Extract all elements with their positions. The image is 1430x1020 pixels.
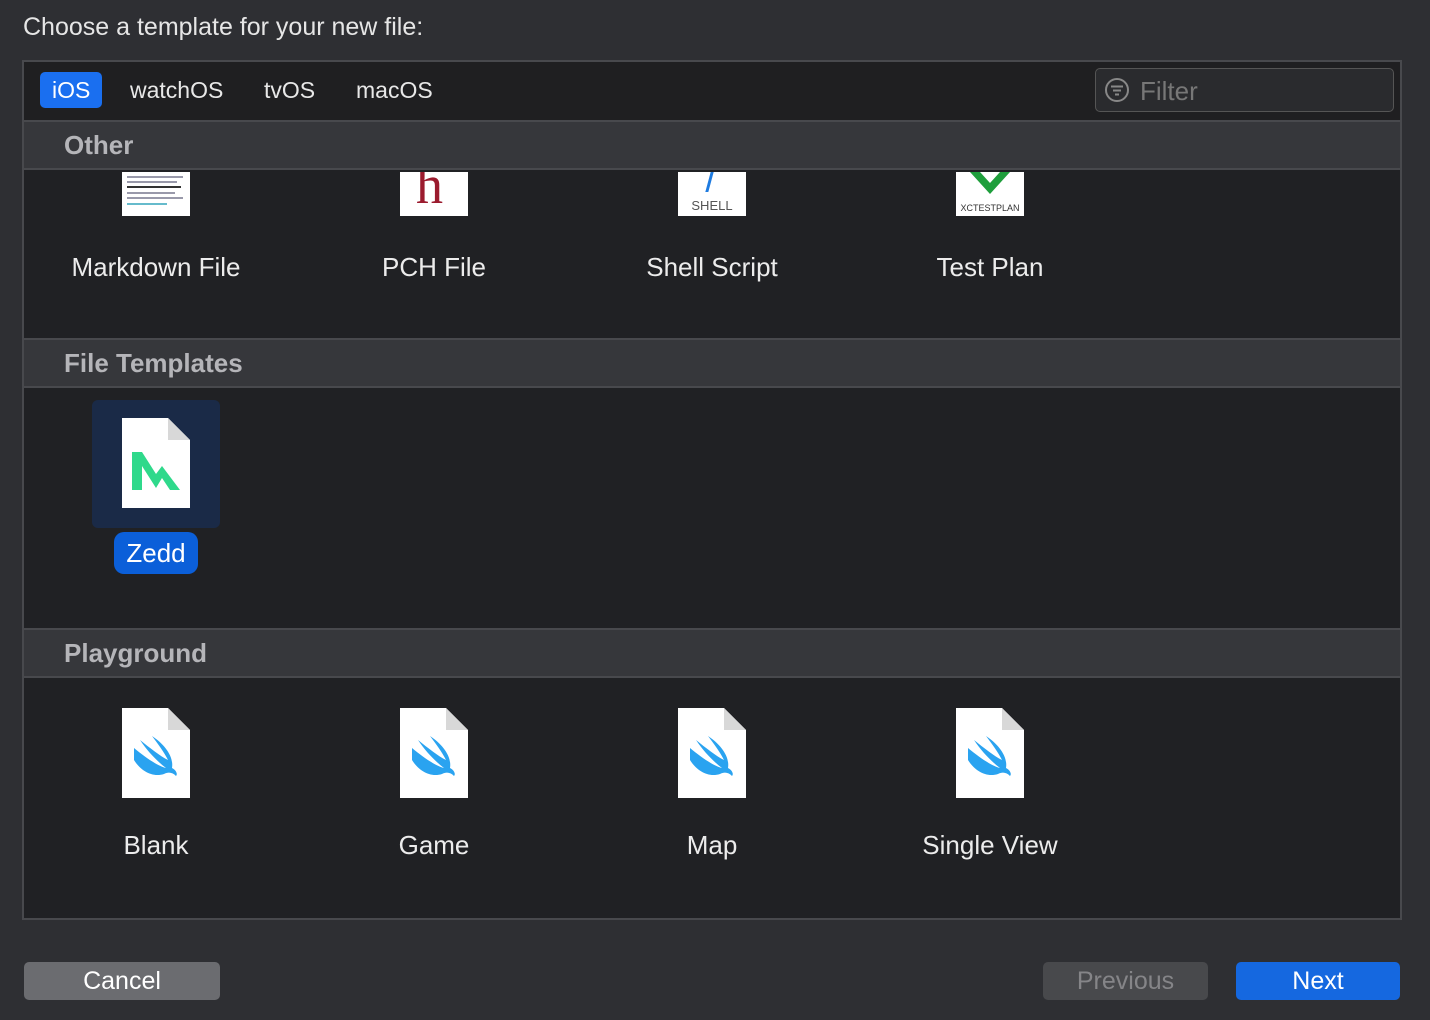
template-pch-file[interactable]: h PCH File <box>334 170 534 338</box>
section-body-file-templates: Zedd <box>24 388 1400 628</box>
pch-file-icon: h <box>400 172 468 216</box>
template-zedd[interactable]: Zedd <box>56 388 256 588</box>
template-single-view[interactable]: Single View <box>890 678 1090 878</box>
section-header-other: Other <box>24 120 1400 170</box>
tab-watchos[interactable]: watchOS <box>118 72 235 108</box>
filter-icon <box>1105 78 1129 102</box>
template-label: PCH File <box>381 252 486 282</box>
template-label: Markdown File <box>71 252 241 282</box>
section-body-other: Markdown File h PCH File SHELL Shell Scr… <box>24 170 1400 338</box>
template-label: Single View <box>922 830 1058 860</box>
template-panel: iOS watchOS tvOS macOS Other <box>22 60 1402 920</box>
section-header-playground: Playground <box>24 628 1400 678</box>
template-game[interactable]: Game <box>334 678 534 878</box>
tab-macos[interactable]: macOS <box>344 72 445 108</box>
next-button[interactable]: Next <box>1236 962 1400 1000</box>
tab-tvos[interactable]: tvOS <box>252 72 327 108</box>
section-body-playground: Blank Game Map Single View <box>24 678 1400 918</box>
tab-ios[interactable]: iOS <box>40 72 103 108</box>
prompt-title: Choose a template for your new file: <box>23 13 424 41</box>
test-plan-icon-text: XCTESTPLAN <box>960 203 1020 213</box>
zedd-icon <box>122 418 190 508</box>
shell-script-icon: SHELL <box>678 172 746 216</box>
test-plan-icon: XCTESTPLAN <box>956 172 1024 216</box>
section-title-other: Other <box>64 130 134 160</box>
swift-playground-icon <box>122 708 190 798</box>
filter-input[interactable] <box>1138 73 1382 109</box>
swift-playground-icon <box>956 708 1024 798</box>
template-label: Blank <box>123 830 189 860</box>
shell-icon-text: SHELL <box>691 198 733 213</box>
template-shell-script[interactable]: SHELL Shell Script <box>612 170 812 338</box>
markdown-file-icon <box>122 172 190 216</box>
cancel-button[interactable]: Cancel <box>24 962 220 1000</box>
previous-button[interactable]: Previous <box>1043 962 1208 1000</box>
platform-tabbar: iOS watchOS tvOS macOS <box>24 62 1400 122</box>
template-blank[interactable]: Blank <box>56 678 256 878</box>
template-chooser-window: Choose a template for your new file: iOS… <box>0 0 1430 1020</box>
template-label: Map <box>686 830 738 860</box>
template-label: Test Plan <box>936 252 1044 282</box>
section-header-file-templates: File Templates <box>24 338 1400 388</box>
template-label: Game <box>398 830 470 860</box>
section-title-playground: Playground <box>64 638 208 668</box>
template-label: Shell Script <box>646 252 778 282</box>
swift-playground-icon <box>400 708 468 798</box>
section-title-file-templates: File Templates <box>64 348 243 378</box>
template-map[interactable]: Map <box>612 678 812 878</box>
zedd-icon-highlight <box>92 400 220 528</box>
template-markdown-file[interactable]: Markdown File <box>56 170 256 338</box>
checkmark-icon <box>970 172 1010 194</box>
swift-playground-icon <box>678 708 746 798</box>
pch-glyph: h <box>416 172 443 215</box>
template-test-plan[interactable]: XCTESTPLAN Test Plan <box>890 170 1090 338</box>
filter-field[interactable] <box>1095 68 1394 112</box>
template-label: Zedd <box>114 532 198 574</box>
